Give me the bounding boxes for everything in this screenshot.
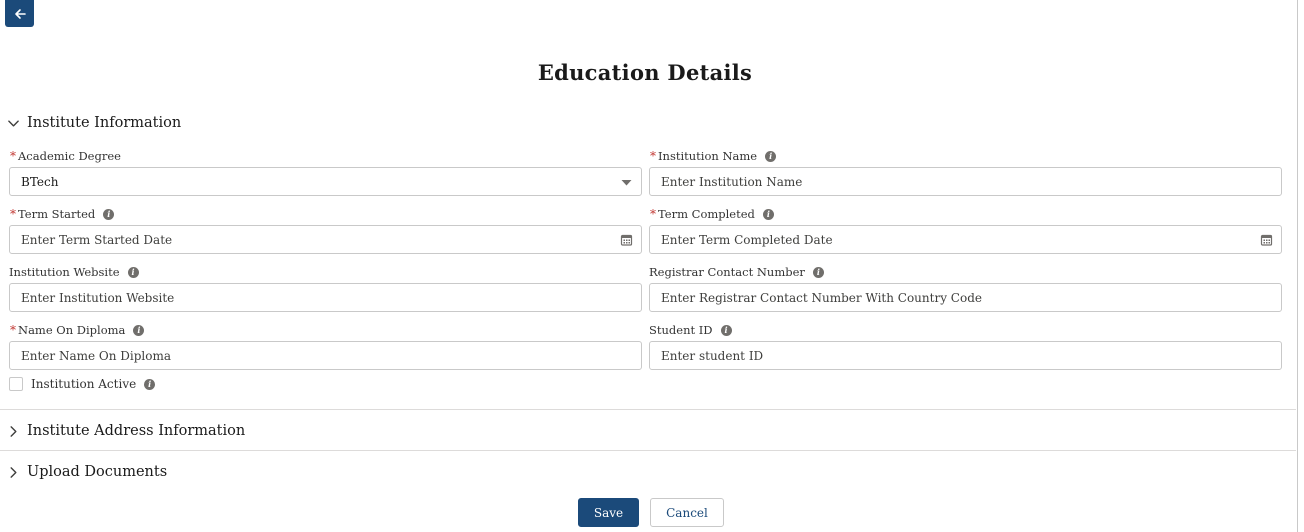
info-icon[interactable]: i bbox=[765, 150, 777, 162]
window-right-border bbox=[1297, 0, 1298, 532]
section-title: Institute Address Information bbox=[27, 423, 246, 439]
section-divider bbox=[0, 409, 1296, 410]
arrow-left-icon bbox=[14, 8, 26, 19]
info-icon[interactable]: i bbox=[144, 378, 156, 390]
info-icon[interactable]: i bbox=[812, 266, 824, 278]
save-button[interactable]: Save bbox=[578, 498, 639, 527]
required-marker: * bbox=[650, 207, 656, 221]
term-completed-label: * Term Completed i bbox=[650, 207, 774, 221]
back-button[interactable] bbox=[5, 0, 34, 27]
institution-name-input[interactable]: Enter Institution Name bbox=[649, 167, 1282, 196]
info-icon[interactable]: i bbox=[762, 208, 774, 220]
registrar-contact-input[interactable]: Enter Registrar Contact Number With Coun… bbox=[649, 283, 1282, 312]
required-marker: * bbox=[10, 323, 16, 337]
term-started-label: * Term Started i bbox=[10, 207, 115, 221]
registrar-contact-label: Registrar Contact Number i bbox=[649, 265, 824, 279]
institution-active-checkbox[interactable] bbox=[9, 377, 23, 391]
chevron-right-icon bbox=[6, 465, 20, 479]
student-id-label: Student ID i bbox=[649, 323, 732, 337]
section-header-upload-documents[interactable]: Upload Documents bbox=[6, 464, 167, 480]
name-on-diploma-input[interactable]: Enter Name On Diploma bbox=[9, 341, 642, 370]
term-started-input[interactable]: Enter Term Started Date bbox=[9, 225, 642, 254]
section-header-institute-address[interactable]: Institute Address Information bbox=[6, 423, 245, 439]
info-icon[interactable]: i bbox=[720, 324, 732, 336]
cancel-button[interactable]: Cancel bbox=[650, 498, 724, 527]
info-icon[interactable]: i bbox=[103, 208, 115, 220]
institution-website-input[interactable]: Enter Institution Website bbox=[9, 283, 642, 312]
institution-name-label: * Institution Name i bbox=[650, 149, 777, 163]
section-header-institute-information[interactable]: Institute Information bbox=[6, 115, 181, 131]
academic-degree-label: * Academic Degree bbox=[10, 149, 121, 163]
academic-degree-value: BTech bbox=[21, 174, 59, 189]
name-on-diploma-label: * Name On Diploma i bbox=[10, 323, 145, 337]
chevron-down-icon bbox=[6, 116, 20, 130]
academic-degree-select[interactable]: BTech bbox=[9, 167, 642, 196]
calendar-icon[interactable] bbox=[620, 233, 633, 246]
info-icon[interactable]: i bbox=[133, 324, 145, 336]
page-title: Education Details bbox=[537, 60, 753, 85]
calendar-icon[interactable] bbox=[1260, 233, 1273, 246]
section-divider bbox=[0, 450, 1296, 451]
required-marker: * bbox=[10, 207, 16, 221]
chevron-right-icon bbox=[6, 424, 20, 438]
required-marker: * bbox=[10, 149, 16, 163]
caret-down-icon bbox=[621, 180, 632, 186]
student-id-input[interactable]: Enter student ID bbox=[649, 341, 1282, 370]
section-title: Upload Documents bbox=[27, 464, 168, 480]
term-completed-input[interactable]: Enter Term Completed Date bbox=[649, 225, 1282, 254]
info-icon[interactable]: i bbox=[127, 266, 139, 278]
required-marker: * bbox=[650, 149, 656, 163]
institution-active-row: Institution Active i bbox=[9, 377, 156, 391]
section-title: Institute Information bbox=[27, 115, 182, 131]
institution-website-label: Institution Website i bbox=[9, 265, 139, 279]
institution-active-label: Institution Active bbox=[31, 377, 137, 391]
